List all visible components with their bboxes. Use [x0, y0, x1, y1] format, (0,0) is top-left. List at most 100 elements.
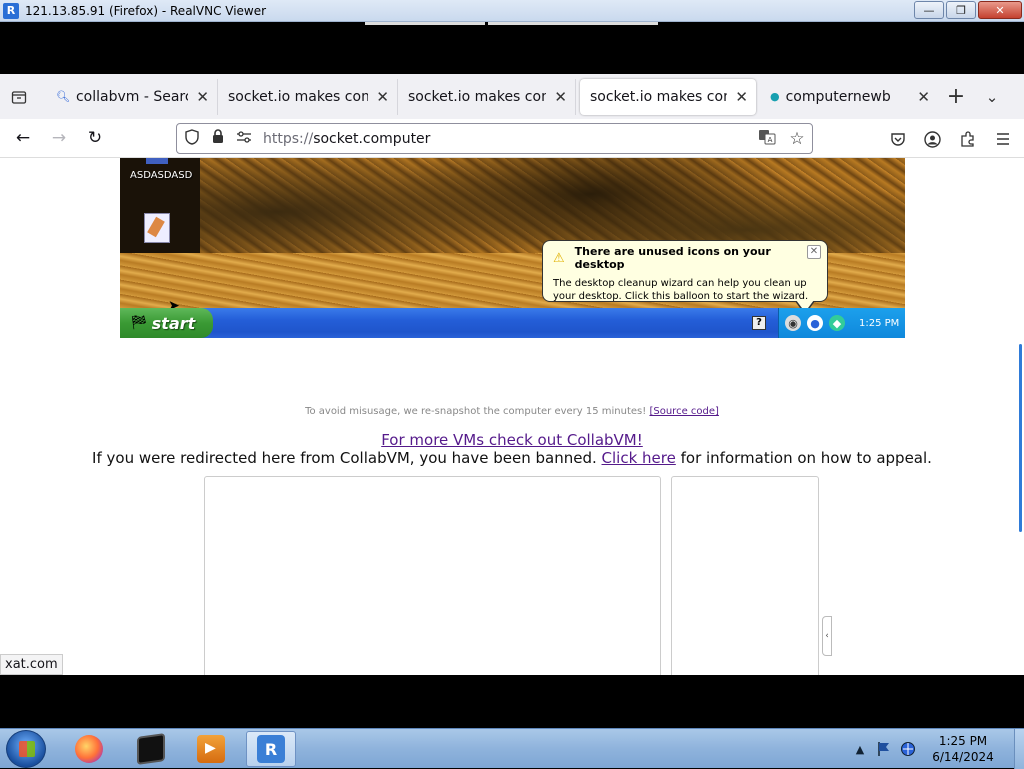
show-hidden-icons-icon[interactable]: ▲ — [852, 741, 868, 757]
tab-socket-io-active[interactable]: socket.io makes comp ✕ — [580, 78, 756, 115]
clock-date: 6/14/2024 — [932, 750, 994, 764]
vnc-letterbox-bottom — [0, 675, 1024, 728]
windows-start-orb[interactable] — [6, 730, 46, 768]
remote-edge-strip — [365, 22, 485, 25]
flag-tray-icon[interactable] — [876, 741, 892, 757]
pocket-icon — [890, 132, 905, 146]
tab-label: computernewb — [785, 88, 891, 105]
extensions-button[interactable] — [950, 123, 985, 155]
tab-close-icon[interactable]: ✕ — [917, 88, 930, 106]
balloon-title: There are unused icons on your desktop — [574, 245, 771, 271]
tab-socket-io-2[interactable]: socket.io makes comp ✕ — [398, 78, 576, 115]
xp-help-icon[interactable]: ? — [752, 316, 766, 330]
desktop-icon-partial[interactable] — [146, 158, 168, 164]
show-desktop-button[interactable] — [1014, 729, 1024, 769]
chat-panel[interactable] — [204, 476, 661, 675]
start-label: start — [151, 313, 196, 333]
balloon-close-button[interactable]: ✕ — [807, 245, 821, 259]
hamburger-menu-icon — [996, 133, 1009, 145]
windows-taskbar: R ▲ 1:25 PM 6/14/2024 — [0, 728, 1024, 769]
toolbar-right — [880, 123, 1020, 155]
banned-message: If you were redirected here from CollabV… — [0, 449, 1024, 467]
notification-area: ▲ 1:25 PM 6/14/2024 — [852, 729, 1024, 769]
tab-collabvm-search[interactable]: 🔍︎ collabvm - Search ✕ — [46, 78, 218, 115]
lock-icon[interactable] — [205, 129, 231, 148]
balloon-body: The desktop cleanup wizard can help you … — [553, 278, 809, 302]
reload-button[interactable]: ↻ — [77, 122, 113, 154]
pocket-button[interactable] — [880, 123, 915, 155]
collabvm-link[interactable]: For more VMs check out CollabVM! — [381, 431, 643, 449]
arrow-left-icon: ← — [15, 128, 31, 148]
taskbar-app-realvnc[interactable]: R — [246, 731, 296, 767]
notice-text: To avoid misusage, we re-snapshot the co… — [305, 406, 647, 417]
tab-close-icon[interactable]: ✕ — [735, 88, 748, 106]
vnc-letterbox-top — [0, 22, 1024, 74]
tab-label: collabvm - Search — [75, 88, 188, 105]
forward-button[interactable]: → — [41, 122, 77, 154]
tab-socket-io-1[interactable]: socket.io makes comp ✕ — [218, 78, 398, 115]
minimize-button[interactable]: — — [914, 1, 944, 19]
bookmark-star-icon[interactable]: ☆ — [782, 129, 812, 149]
firefox-view-icon — [11, 90, 27, 104]
warning-icon: ⚠ — [553, 250, 565, 266]
close-button[interactable]: ✕ — [978, 1, 1022, 19]
shield-icon[interactable] — [179, 128, 205, 149]
url-text[interactable]: https://socket.computer — [263, 131, 752, 147]
sidebar-toggle-button[interactable]: ‹ — [822, 616, 832, 656]
taskbar-app-command-prompt[interactable] — [126, 731, 176, 767]
favicon-icon: ● — [770, 90, 780, 103]
firefox-view-button[interactable] — [0, 74, 38, 119]
command-prompt-icon — [137, 733, 165, 765]
window-title: 121.13.85.91 (Firefox) - RealVNC Viewer — [25, 3, 267, 18]
realvnc-icon: R — [257, 735, 285, 763]
collabvm-link-row: For more VMs check out CollabVM! — [0, 431, 1024, 449]
tab-computernewb[interactable]: ● computernewb ✕ — [760, 79, 938, 115]
user-list-panel[interactable] — [671, 476, 819, 675]
taskbar-app-firefox[interactable] — [64, 731, 114, 767]
account-button[interactable] — [915, 123, 950, 155]
vnc-title-bar: R 121.13.85.91 (Firefox) - RealVNC Viewe… — [0, 0, 1024, 22]
search-icon: 🔍︎ — [56, 90, 70, 103]
taskbar-clock[interactable]: 1:25 PM 6/14/2024 — [924, 733, 1002, 765]
clock-time: 1:25 PM — [938, 734, 988, 748]
firefox-window: 🔍︎ collabvm - Search ✕ socket.io makes c… — [0, 74, 1024, 675]
navigation-toolbar: ← → ↻ https://socket.computer A ☆ — [0, 119, 1024, 158]
tab-close-icon[interactable]: ✕ — [554, 88, 567, 106]
tab-close-icon[interactable]: ✕ — [196, 88, 209, 106]
security-tray-icon[interactable]: ● — [807, 315, 823, 331]
banned-suffix: for information on how to appeal. — [680, 449, 932, 467]
network-tray-icon[interactable]: ◆ — [829, 315, 845, 331]
desktop-icon-label[interactable]: ASDASDASD — [130, 170, 192, 181]
url-scheme: https:// — [263, 130, 314, 147]
svg-text:A: A — [768, 136, 773, 144]
network-tray-icon[interactable] — [900, 741, 916, 757]
desktop-paint-icon[interactable] — [144, 213, 170, 243]
page-content: ASDASDASD ➤ ⚠ There are unused icons on … — [0, 158, 1024, 675]
puzzle-icon — [960, 131, 974, 147]
app-menu-button[interactable] — [985, 123, 1020, 155]
taskbar-app-media-player[interactable] — [186, 731, 236, 767]
account-icon — [924, 130, 941, 148]
maximize-button[interactable]: ❐ — [946, 1, 976, 19]
new-tab-button[interactable]: + — [938, 84, 974, 109]
xp-clock: 1:25 PM — [859, 317, 900, 329]
xp-start-button[interactable]: 🏁︎ start — [120, 308, 213, 338]
appeal-link[interactable]: Click here — [602, 449, 676, 467]
tab-label: socket.io makes comp — [590, 88, 727, 105]
source-code-link[interactable]: [Source code] — [649, 406, 718, 417]
media-player-icon — [197, 735, 225, 763]
list-all-tabs-button[interactable]: ⌄ — [974, 88, 1010, 106]
desktop-cleanup-balloon[interactable]: ⚠ There are unused icons on your desktop… — [542, 240, 828, 315]
volume-tray-icon[interactable]: ◉ — [785, 315, 801, 331]
url-host: socket.computer — [313, 130, 431, 147]
arrow-right-icon: → — [51, 128, 67, 148]
back-button[interactable]: ← — [5, 122, 41, 154]
vm-display[interactable]: ASDASDASD ➤ ⚠ There are unused icons on … — [120, 158, 905, 338]
tab-close-icon[interactable]: ✕ — [376, 88, 389, 106]
permissions-icon[interactable] — [231, 130, 257, 147]
translate-icon[interactable]: A — [752, 129, 782, 149]
address-bar[interactable]: https://socket.computer A ☆ — [176, 123, 813, 154]
balloon-title-row: ⚠ There are unused icons on your desktop — [553, 245, 817, 271]
page-scrollbar[interactable] — [1019, 344, 1022, 532]
remote-edge-strip — [488, 22, 658, 25]
